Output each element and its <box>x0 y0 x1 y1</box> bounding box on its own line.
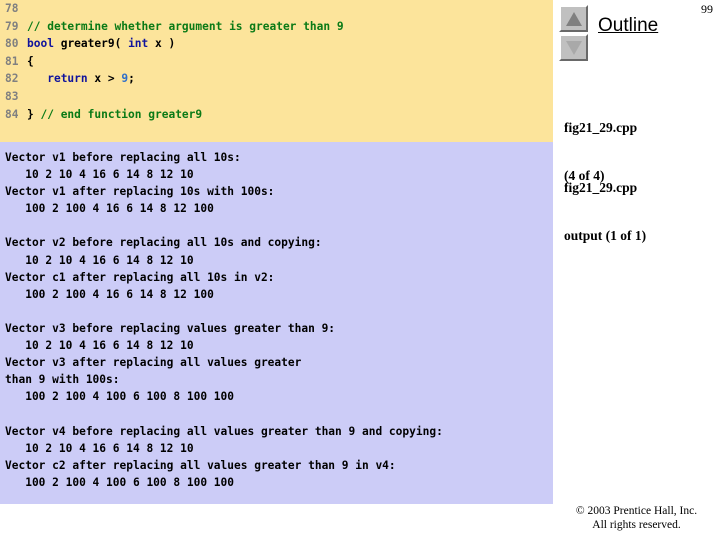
code-line-number: 83 <box>5 89 19 103</box>
copyright-line-2: All rights reserved. <box>592 519 681 531</box>
code-line-text: // determine whether argument is greater… <box>27 20 344 33</box>
code-line: 80 bool greater9( int x ) <box>0 35 553 53</box>
code-token-key: return <box>47 72 88 86</box>
code-line-text: return x > 9; <box>27 72 135 85</box>
outline-item-filename: fig21_29.cpp <box>564 120 638 135</box>
slide-canvas: 78 79 // determine whether argument is gre… <box>0 0 720 540</box>
code-token-plain: ; <box>128 72 135 86</box>
code-token-plain: greater9( <box>60 37 129 51</box>
code-token-plain: x ) <box>148 37 176 51</box>
outline-title: Outline <box>598 15 659 36</box>
output-line: 10 2 10 4 16 6 14 8 12 10 <box>5 339 194 353</box>
code-line: 79 // determine whether argument is great… <box>0 18 553 36</box>
output-line: than 9 with 100s: <box>5 373 120 387</box>
code-token-plain: } <box>27 107 41 121</box>
output-line: 100 2 100 4 16 6 14 8 12 100 <box>5 287 214 301</box>
code-line-number: 80 <box>5 37 19 51</box>
output-line: 100 2 100 4 100 6 100 8 100 100 <box>5 390 235 404</box>
output-line: Vector v4 before replacing all values gr… <box>5 424 443 438</box>
scroll-down-button[interactable] <box>559 34 588 61</box>
code-token-comment: // determine whether argument is greater… <box>27 19 344 33</box>
code-line-text: } // end function greater9 <box>27 108 202 121</box>
code-line-number: 78 <box>5 2 19 15</box>
code-line-text: { <box>27 55 34 68</box>
program-output-panel: Vector v1 before replacing all 10s: 10 2… <box>0 142 553 504</box>
output-line: Vector c1 after replacing all 10s in v2: <box>5 270 275 284</box>
output-line: 100 2 100 4 100 6 100 8 100 100 <box>5 475 235 489</box>
page-number: 99 <box>701 2 713 16</box>
code-lines-container: 78 79 // determine whether argument is gre… <box>0 0 553 123</box>
code-line: 82 return x > 9; <box>0 70 553 88</box>
code-line: 83 <box>0 88 553 106</box>
outline-sidebar: 99 Outline fig21_29.cpp (4 of 4) fig21_2… <box>553 0 720 540</box>
copyright-footer: © 2003 Prentice Hall, Inc. All rights re… <box>553 504 720 532</box>
code-line: 84} // end function greater9 <box>0 106 553 124</box>
code-token-comment: // end function greater9 <box>40 107 203 121</box>
code-line-number: 82 <box>5 72 19 86</box>
outline-item-part: output (1 of 1) <box>564 228 647 243</box>
output-line: Vector v3 before replacing values greate… <box>5 321 336 335</box>
code-token-key: int <box>128 37 149 51</box>
output-line: 10 2 10 4 16 6 14 8 12 10 <box>5 441 194 455</box>
output-line: Vector v2 before replacing all 10s and c… <box>5 236 322 250</box>
code-line-number: 81 <box>5 54 19 68</box>
outline-item-filename: fig21_29.cpp <box>564 180 638 195</box>
triangle-down-icon <box>565 40 582 55</box>
triangle-up-icon <box>565 11 582 26</box>
output-line: 10 2 10 4 16 6 14 8 12 10 <box>5 168 194 182</box>
code-line-number: 79 <box>5 19 19 33</box>
code-token-plain: { <box>27 54 34 68</box>
output-line: 10 2 10 4 16 6 14 8 12 10 <box>5 253 194 267</box>
code-token-plain: x > <box>87 72 122 86</box>
code-token-key: bool <box>27 37 54 51</box>
output-line: Vector v3 after replacing all values gre… <box>5 356 302 370</box>
output-line: Vector v1 before replacing all 10s: <box>5 151 241 164</box>
copyright-line-1: © 2003 Prentice Hall, Inc. <box>575 505 698 517</box>
code-line: 78 <box>0 0 553 18</box>
outline-item-fig21-29-output[interactable]: fig21_29.cpp output (1 of 1) <box>564 148 646 276</box>
code-listing-panel: 78 79 // determine whether argument is gre… <box>0 0 553 142</box>
output-lines-container: Vector v1 before replacing all 10s: 10 2… <box>0 149 553 491</box>
code-line-number: 84 <box>5 107 19 121</box>
output-line: 100 2 100 4 16 6 14 8 12 100 <box>5 202 214 216</box>
code-line: 81 { <box>0 53 553 71</box>
code-line-text: bool greater9( int x ) <box>27 37 175 50</box>
output-line: Vector v1 after replacing 10s with 100s: <box>5 185 275 199</box>
output-line: Vector c2 after replacing all values gre… <box>5 458 396 472</box>
scroll-up-button[interactable] <box>559 5 588 32</box>
scroll-buttons-group <box>559 5 590 63</box>
